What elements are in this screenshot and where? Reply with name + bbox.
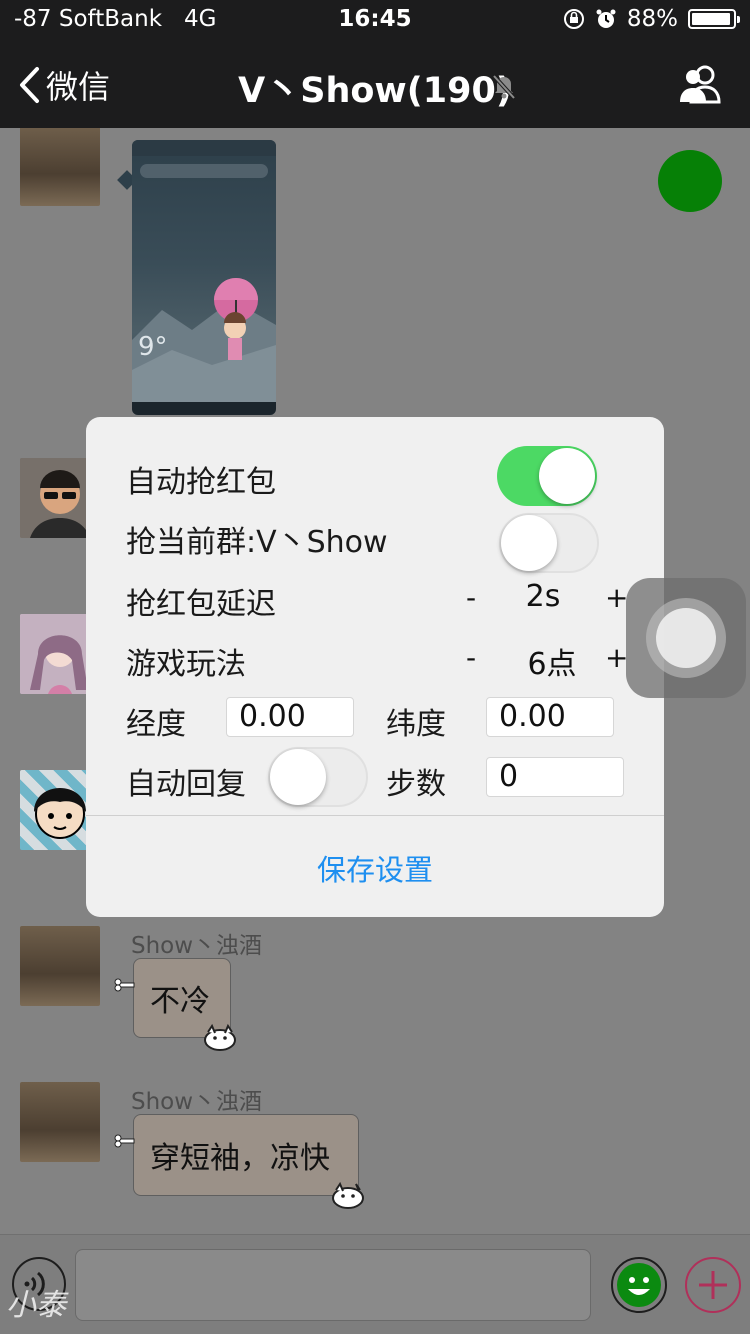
navigation-bar: 微信 V丶Show(190) [0,40,750,128]
latitude-field[interactable]: 0.00 [486,697,614,737]
chat-title: V丶Show(190) [238,71,512,111]
auto-grab-label: 自动抢红包 [126,465,276,500]
longitude-label: 经度 [126,707,186,742]
game-minus-button[interactable]: - [466,641,476,674]
auto-reply-toggle[interactable] [268,747,368,807]
alarm-icon [596,9,616,28]
red-packet-settings-dialog: 自动抢红包 抢当前群:V丶Show 抢红包延迟 - 2s + 游戏玩法 - 6点… [86,417,664,917]
watermark-logo: 小泰 [6,1288,66,1323]
status-right: 88% [563,6,740,32]
avatar[interactable] [20,926,100,1006]
message-text: 不冷 [150,984,210,1019]
orientation-lock-icon [563,9,584,29]
grab-current-group-toggle[interactable] [499,513,599,573]
avatar[interactable] [20,128,100,206]
battery-icon [688,9,740,29]
sender-name: Show丶浊酒 [131,933,263,959]
battery-level [692,13,730,25]
latitude-label: 纬度 [386,707,446,742]
svg-text:9°: 9° [138,332,168,362]
bubble-cat-icon [332,1181,364,1209]
dialog-divider [86,815,664,816]
grab-current-group-label: 抢当前群:V丶Show [126,525,388,560]
green-dot [658,150,722,212]
save-settings-button[interactable]: 保存设置 [86,847,664,889]
bubble-cat-icon [204,1023,236,1051]
assistive-touch-core [656,608,716,668]
steps-field[interactable]: 0 [486,757,624,797]
plus-icon [699,1271,727,1299]
toggle-knob [501,515,557,571]
delay-minus-button[interactable]: - [466,581,476,614]
bubble-bone-icon [114,1134,135,1148]
more-button[interactable] [685,1257,741,1313]
bubble-bone-icon [114,978,135,992]
bell-slash-icon [492,74,516,100]
group-members-icon[interactable] [678,64,724,104]
status-bar: -87 SoftBank 4G 16:45 88% [0,0,750,40]
grab-delay-label: 抢红包延迟 [126,587,276,622]
auto-reply-label: 自动回复 [126,767,246,802]
avatar[interactable] [20,1082,100,1162]
smiley-icon [617,1263,661,1307]
assistive-touch-button[interactable] [626,578,746,698]
delay-value: 2s [525,579,561,614]
toggle-knob [270,749,326,805]
game-value: 6点 [527,647,577,682]
delay-plus-button[interactable]: + [605,581,628,614]
top-bar: -87 SoftBank 4G 16:45 88% 微信 V丶Show(190) [0,0,750,128]
steps-label: 步数 [386,767,446,802]
game-plus-button[interactable]: + [605,641,628,674]
image-message[interactable]: 9° [132,140,276,415]
input-bar [0,1234,750,1334]
longitude-field[interactable]: 0.00 [226,697,354,737]
game-mode-label: 游戏玩法 [126,647,246,682]
toggle-knob [539,448,595,504]
message-input[interactable] [75,1249,591,1321]
battery-percent: 88% [626,6,678,32]
auto-grab-toggle[interactable] [497,446,597,506]
emoji-button[interactable] [611,1257,667,1313]
message-text: 穿短袖，凉快 [150,1141,330,1176]
sender-name: Show丶浊酒 [131,1089,263,1115]
weather-screenshot-image: 9° [132,140,276,415]
